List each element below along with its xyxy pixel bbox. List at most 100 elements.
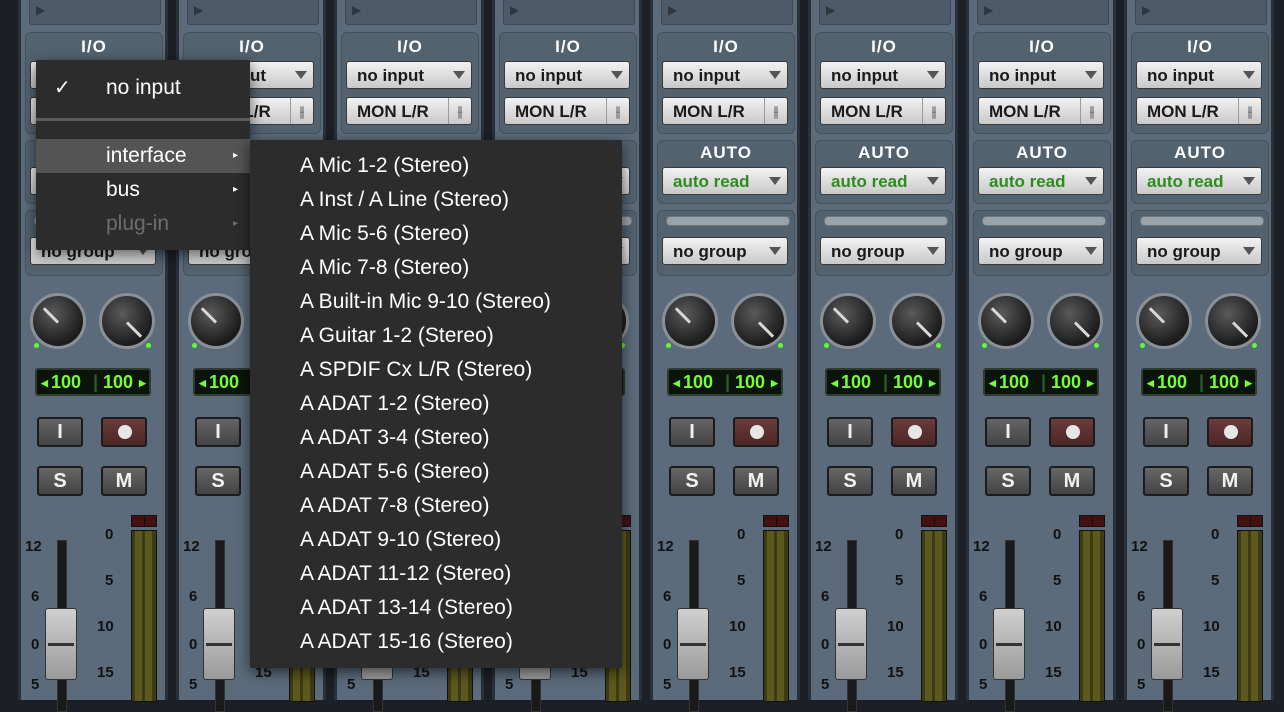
submenu-item[interactable]: A Built-in Mic 9-10 (Stereo) [300,285,551,319]
mute-button[interactable]: M [1207,466,1253,496]
submenu-item[interactable]: A SPDIF Cx L/R (Stereo) [300,353,532,387]
solo-button[interactable]: S [37,466,83,496]
path-meter-icon[interactable]: ⫲ [448,98,471,124]
pan-right-knob[interactable] [99,293,155,349]
output-selector[interactable]: MON L/R ⫲ [820,97,946,125]
clip-indicator[interactable] [1079,515,1105,527]
submenu-item[interactable]: A ADAT 1-2 (Stereo) [300,387,489,421]
mute-button[interactable]: M [891,466,937,496]
arrow-left-icon[interactable]: ◀ [41,371,48,395]
pan-right-knob[interactable] [1047,293,1103,349]
path-meter-icon[interactable]: ⫲ [1238,98,1261,124]
record-arm-button[interactable] [1207,417,1253,447]
clip-indicator[interactable] [921,515,947,527]
submenu-item[interactable]: A Inst / A Line (Stereo) [300,183,509,217]
input-selector[interactable]: no input [978,61,1104,89]
arrow-right-icon[interactable]: ▶ [139,371,146,395]
submenu-item[interactable]: A ADAT 13-14 (Stereo) [300,591,513,625]
pan-display[interactable]: ◀ 100 | 100 ▶ [1141,368,1257,396]
volume-fader[interactable] [993,608,1025,680]
pan-right-knob[interactable] [889,293,945,349]
group-selector[interactable]: no group [978,237,1104,265]
volume-fader[interactable] [45,608,77,680]
menu-item-interface[interactable]: interface ▸ [36,139,250,173]
solo-button[interactable]: S [669,466,715,496]
insert-slot[interactable]: ▶ [977,0,1109,25]
pan-display[interactable]: ◀ 100 | 100 ▶ [983,368,1099,396]
insert-slot[interactable]: ▶ [29,0,161,25]
submenu-item[interactable]: A ADAT 11-12 (Stereo) [300,557,511,591]
mute-button[interactable]: M [101,466,147,496]
volume-fader[interactable] [677,608,709,680]
output-selector[interactable]: MON L/R ⫲ [978,97,1104,125]
clip-indicator[interactable] [131,515,157,527]
solo-button[interactable]: S [985,466,1031,496]
arrow-left-icon[interactable]: ◀ [1147,371,1154,395]
input-monitor-button[interactable]: I [1143,417,1189,447]
pan-display[interactable]: ◀ 100 | 100 ▶ [35,368,151,396]
input-monitor-button[interactable]: I [195,417,241,447]
group-selector[interactable]: no group [1136,237,1262,265]
pan-left-knob[interactable] [662,293,718,349]
solo-button[interactable]: S [827,466,873,496]
arrow-left-icon[interactable]: ◀ [831,371,838,395]
pan-display[interactable]: ◀ 100 | 100 ▶ [825,368,941,396]
insert-slot[interactable]: ▶ [819,0,951,25]
input-selector[interactable]: no input [662,61,788,89]
insert-slot[interactable]: ▶ [345,0,477,25]
path-meter-icon[interactable]: ⫲ [764,98,787,124]
input-selector[interactable]: no input [820,61,946,89]
arrow-right-icon[interactable]: ▶ [929,371,936,395]
pan-left-knob[interactable] [188,293,244,349]
clip-indicator[interactable] [763,515,789,527]
insert-slot[interactable]: ▶ [661,0,793,25]
path-meter-icon[interactable]: ⫲ [606,98,629,124]
record-arm-button[interactable] [733,417,779,447]
input-selector[interactable]: no input [1136,61,1262,89]
submenu-item[interactable]: A Guitar 1-2 (Stereo) [300,319,494,353]
submenu-item[interactable]: A ADAT 3-4 (Stereo) [300,421,489,455]
input-monitor-button[interactable]: I [669,417,715,447]
pan-left-knob[interactable] [820,293,876,349]
record-arm-button[interactable] [891,417,937,447]
path-meter-icon[interactable]: ⫲ [290,98,313,124]
input-monitor-button[interactable]: I [37,417,83,447]
clip-indicator[interactable] [1237,515,1263,527]
automation-mode-selector[interactable]: auto read [820,167,946,195]
automation-mode-selector[interactable]: auto read [662,167,788,195]
automation-mode-selector[interactable]: auto read [1136,167,1262,195]
insert-slot[interactable]: ▶ [503,0,635,25]
volume-fader[interactable] [203,608,235,680]
arrow-right-icon[interactable]: ▶ [1087,371,1094,395]
input-selector[interactable]: no input [346,61,472,89]
output-selector[interactable]: MON L/R ⫲ [346,97,472,125]
solo-button[interactable]: S [1143,466,1189,496]
path-meter-icon[interactable]: ⫲ [1080,98,1103,124]
pan-display[interactable]: ◀ 100 | 100 ▶ [667,368,783,396]
record-arm-button[interactable] [1049,417,1095,447]
path-meter-icon[interactable]: ⫲ [922,98,945,124]
submenu-item[interactable]: A ADAT 5-6 (Stereo) [300,455,489,489]
insert-slot[interactable]: ▶ [187,0,319,25]
pan-left-knob[interactable] [1136,293,1192,349]
mute-button[interactable]: M [1049,466,1095,496]
pan-left-knob[interactable] [30,293,86,349]
pan-right-knob[interactable] [731,293,787,349]
solo-button[interactable]: S [195,466,241,496]
volume-fader[interactable] [1151,608,1183,680]
arrow-right-icon[interactable]: ▶ [1245,371,1252,395]
submenu-item[interactable]: A Mic 5-6 (Stereo) [300,217,469,251]
input-monitor-button[interactable]: I [985,417,1031,447]
insert-slot[interactable]: ▶ [1135,0,1267,25]
automation-mode-selector[interactable]: auto read [978,167,1104,195]
submenu-item[interactable]: A ADAT 7-8 (Stereo) [300,489,489,523]
arrow-left-icon[interactable]: ◀ [989,371,996,395]
menu-item-no-input[interactable]: ✓ no input [36,71,250,105]
output-selector[interactable]: MON L/R ⫲ [1136,97,1262,125]
output-selector[interactable]: MON L/R ⫲ [504,97,630,125]
submenu-item[interactable]: A ADAT 15-16 (Stereo) [300,625,513,659]
mute-button[interactable]: M [733,466,779,496]
pan-right-knob[interactable] [1205,293,1261,349]
input-monitor-button[interactable]: I [827,417,873,447]
group-selector[interactable]: no group [662,237,788,265]
